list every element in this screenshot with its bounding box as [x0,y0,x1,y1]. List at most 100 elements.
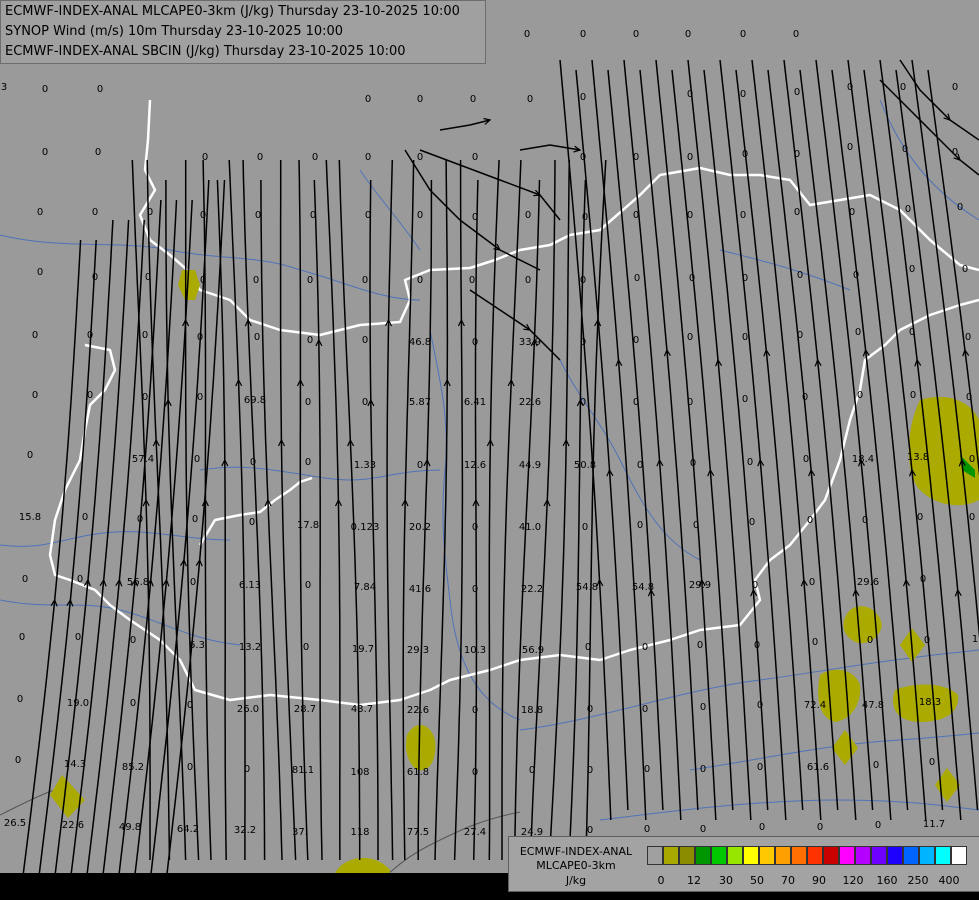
cape-value-label: 0 [187,762,193,773]
cape-value-label: 0 [253,275,259,286]
cape-value-label: 0 [742,394,748,405]
legend-title-param: MLCAPE0-3km [536,859,616,872]
cape-value-label: 0 [417,94,423,105]
cape-value-label: 0 [580,152,586,163]
cape-value-label: 29.3 [407,645,429,656]
cape-value-label: 44.9 [519,460,541,471]
cape-value-label: 0 [580,275,586,286]
cape-value-label: 118 [350,827,369,838]
cape-value-label: 10.3 [464,645,486,656]
title-line-wind: SYNOP Wind (m/s) 10m Thursday 23-10-2025… [5,24,344,39]
legend-swatch [935,846,951,865]
cape-value-label: 0 [685,29,691,40]
legend-swatch [807,846,823,865]
cape-value-label: 29.9 [689,580,711,591]
cape-value-label: 61.6 [807,762,829,773]
cape-value-label: 0 [77,574,83,585]
cape-value-label: 3 [1,82,7,93]
cape-value-label: 0 [15,755,21,766]
cape-value-label: 72.4 [804,700,826,711]
title-line-cape: ECMWF-INDEX-ANAL MLCAPE0-3km (J/kg) Thur… [5,4,460,19]
cape-value-label: 17.8 [297,520,319,531]
cape-value-label: 0 [310,210,316,221]
cape-value-label: 0 [853,270,859,281]
cape-value-label: 0 [929,757,935,768]
cape-value-label: 0 [812,637,818,648]
cape-value-label: 0 [187,700,193,711]
cape-value-label: 14.3 [64,759,86,770]
cape-value-label: 0 [644,764,650,775]
cape-value-label: 0 [417,210,423,221]
cape-value-label: 22.6 [62,820,84,831]
cape-value-label: 0 [920,574,926,585]
cape-value-label: 0 [633,29,639,40]
legend-swatch [647,846,663,865]
cape-value-label: 77.5 [407,827,429,838]
cape-value-label: 0 [75,632,81,643]
cape-value-label: 0 [190,577,196,588]
cape-value-label: 0 [807,515,813,526]
cape-value-label: 0 [472,212,478,223]
cape-value-label: 32.2 [234,825,256,836]
cape-value-label: 0 [742,149,748,160]
cape-value-label: 29.6 [857,577,879,588]
cape-value-label: 56.8 [127,577,149,588]
cape-value-label: 69.8 [244,395,266,406]
cape-value-label: 0 [962,264,968,275]
cape-value-label: 13.8 [907,452,929,463]
cape-value-label: 13.2 [239,642,261,653]
cape-value-label: 0 [875,820,881,831]
cape-value-label: 0 [797,330,803,341]
legend-swatch [871,846,887,865]
cape-value-label: 0 [580,337,586,348]
cape-value-label: 0 [417,152,423,163]
cape-value-label: 0 [362,397,368,408]
cape-value-label: 0 [862,515,868,526]
cape-value-label: 0 [582,212,588,223]
cape-value-label: 37. [292,827,308,838]
cape-value-label: 0 [22,574,28,585]
cape-value-label: 0 [633,152,639,163]
cape-value-label: 0 [92,207,98,218]
cape-value-label: 0 [687,397,693,408]
cape-value-label: 0 [305,580,311,591]
cape-value-label: 18.4 [852,454,874,465]
cape-value-label: 0 [849,207,855,218]
cape-value-label: 0 [303,642,309,653]
cape-value-label: 43.7 [351,704,373,715]
cape-value-label: 0 [42,147,48,158]
cape-value-label: 0 [257,152,263,163]
cape-value-label: 41.0 [519,522,541,533]
legend-swatch [839,846,855,865]
cape-value-label: 0 [37,207,43,218]
cape-value-label: 0 [809,577,815,588]
legend-title-source: ECMWF-INDEX-ANAL [519,845,633,858]
cape-value-label: 15.8 [19,512,41,523]
legend-swatch [759,846,775,865]
cape-value-label: 0 [633,397,639,408]
legend-tick-label: 160 [876,874,898,887]
cape-value-label: 0 [244,764,250,775]
cape-value-label: 27.4 [464,827,486,838]
legend-box: ECMWF-INDEX-ANAL MLCAPE0-3km J/kg 0 12 30 5… [508,836,979,892]
cape-value-label: 0 [900,82,906,93]
cape-value-label: 0 [200,210,206,221]
cape-value-label: 0 [469,275,475,286]
cape-value-label: 19.7 [352,644,374,655]
legend-swatch [951,846,967,865]
cape-value-label: 0 [909,264,915,275]
cape-value-label: 0 [700,764,706,775]
cape-value-label: 0 [697,640,703,651]
cape-value-label: 0 [803,454,809,465]
cape-value-label: 0 [82,512,88,523]
cape-value-label: 0 [527,94,533,105]
cape-value-label: 0 [637,520,643,531]
cape-value-label: 0 [905,204,911,215]
cape-value-label: 0 [797,270,803,281]
cape-value-label: 0 [37,267,43,278]
cape-value-label: 0 [525,210,531,221]
cape-value-label: 0 [867,635,873,646]
cape-value-label: 0 [634,273,640,284]
cape-value-label: 18.3 [919,697,941,708]
cape-value-label: 0 [17,694,23,705]
